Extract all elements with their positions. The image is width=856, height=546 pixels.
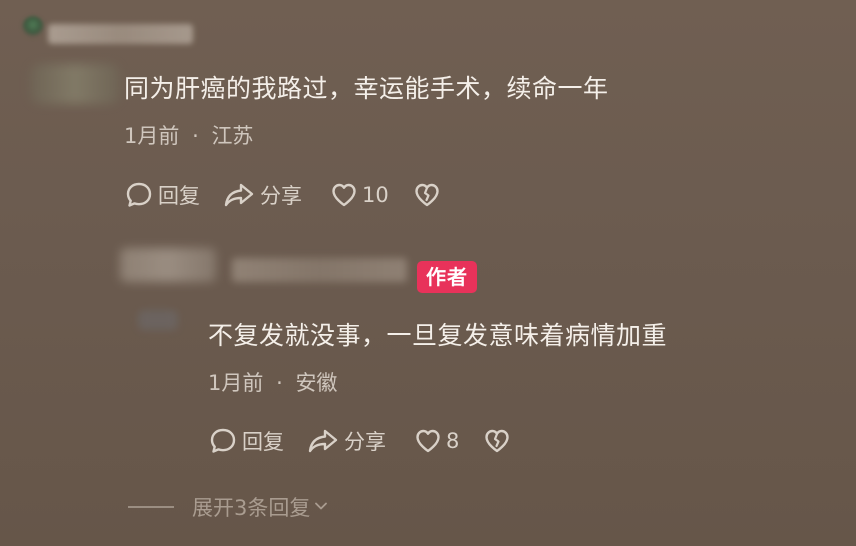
share-button[interactable]: 分享 xyxy=(222,180,302,210)
reply-meta: 1月前 · 安徽 xyxy=(208,367,337,397)
dislike-button[interactable] xyxy=(413,181,441,209)
divider-line xyxy=(128,506,174,508)
expand-replies-label: 展开3条回复 xyxy=(192,496,311,520)
reply-actions: 回复 分享 8 xyxy=(208,426,511,456)
share-label: 分享 xyxy=(344,430,386,454)
replier-avatar-shadow xyxy=(138,310,178,330)
like-count: 10 xyxy=(362,183,389,207)
comment-meta: 1月前 · 江苏 xyxy=(124,120,253,150)
chevron-down-icon xyxy=(313,495,329,519)
comment-text: 同为肝癌的我路过，幸运能手术，续命一年 xyxy=(124,74,609,103)
comment-bubble-icon xyxy=(208,426,238,456)
comment-bubble-icon xyxy=(124,180,154,210)
reply-label: 回复 xyxy=(158,184,200,208)
reply-dislike-button[interactable] xyxy=(483,427,511,455)
commenter-avatar[interactable] xyxy=(22,16,44,38)
comment-actions: 回复 分享 10 xyxy=(124,180,441,210)
reply-button[interactable]: 回复 xyxy=(124,180,200,210)
broken-heart-icon xyxy=(483,427,511,455)
replier-name-blurred[interactable] xyxy=(232,258,407,282)
reply-like-button[interactable]: 8 xyxy=(414,427,459,455)
reply-share-button[interactable]: 分享 xyxy=(306,426,386,456)
like-button[interactable]: 10 xyxy=(330,181,389,209)
share-arrow-icon xyxy=(222,180,256,210)
meta-separator: · xyxy=(192,124,199,148)
comment-location: 江苏 xyxy=(211,124,254,148)
commenter-name-blurred[interactable] xyxy=(48,24,193,44)
heart-icon xyxy=(414,427,442,455)
expand-replies-button[interactable]: 展开3条回复 xyxy=(128,492,329,522)
comment-time: 1月前 xyxy=(124,124,180,148)
reply-location: 安徽 xyxy=(295,371,338,395)
reply-text: 不复发就没事，一旦复发意味着病情加重 xyxy=(208,321,668,350)
reply-reply-button[interactable]: 回复 xyxy=(208,426,284,456)
replier-avatar-blurred[interactable] xyxy=(120,248,216,282)
heart-icon xyxy=(330,181,358,209)
reply-label: 回复 xyxy=(242,430,284,454)
share-label: 分享 xyxy=(260,184,302,208)
broken-heart-icon xyxy=(413,181,441,209)
like-count: 8 xyxy=(446,429,460,453)
reply-time: 1月前 xyxy=(208,371,264,395)
commenter-avatar-blurred xyxy=(30,64,120,104)
share-arrow-icon xyxy=(306,426,340,456)
meta-separator: · xyxy=(276,371,283,395)
author-badge: 作者 xyxy=(417,261,477,293)
